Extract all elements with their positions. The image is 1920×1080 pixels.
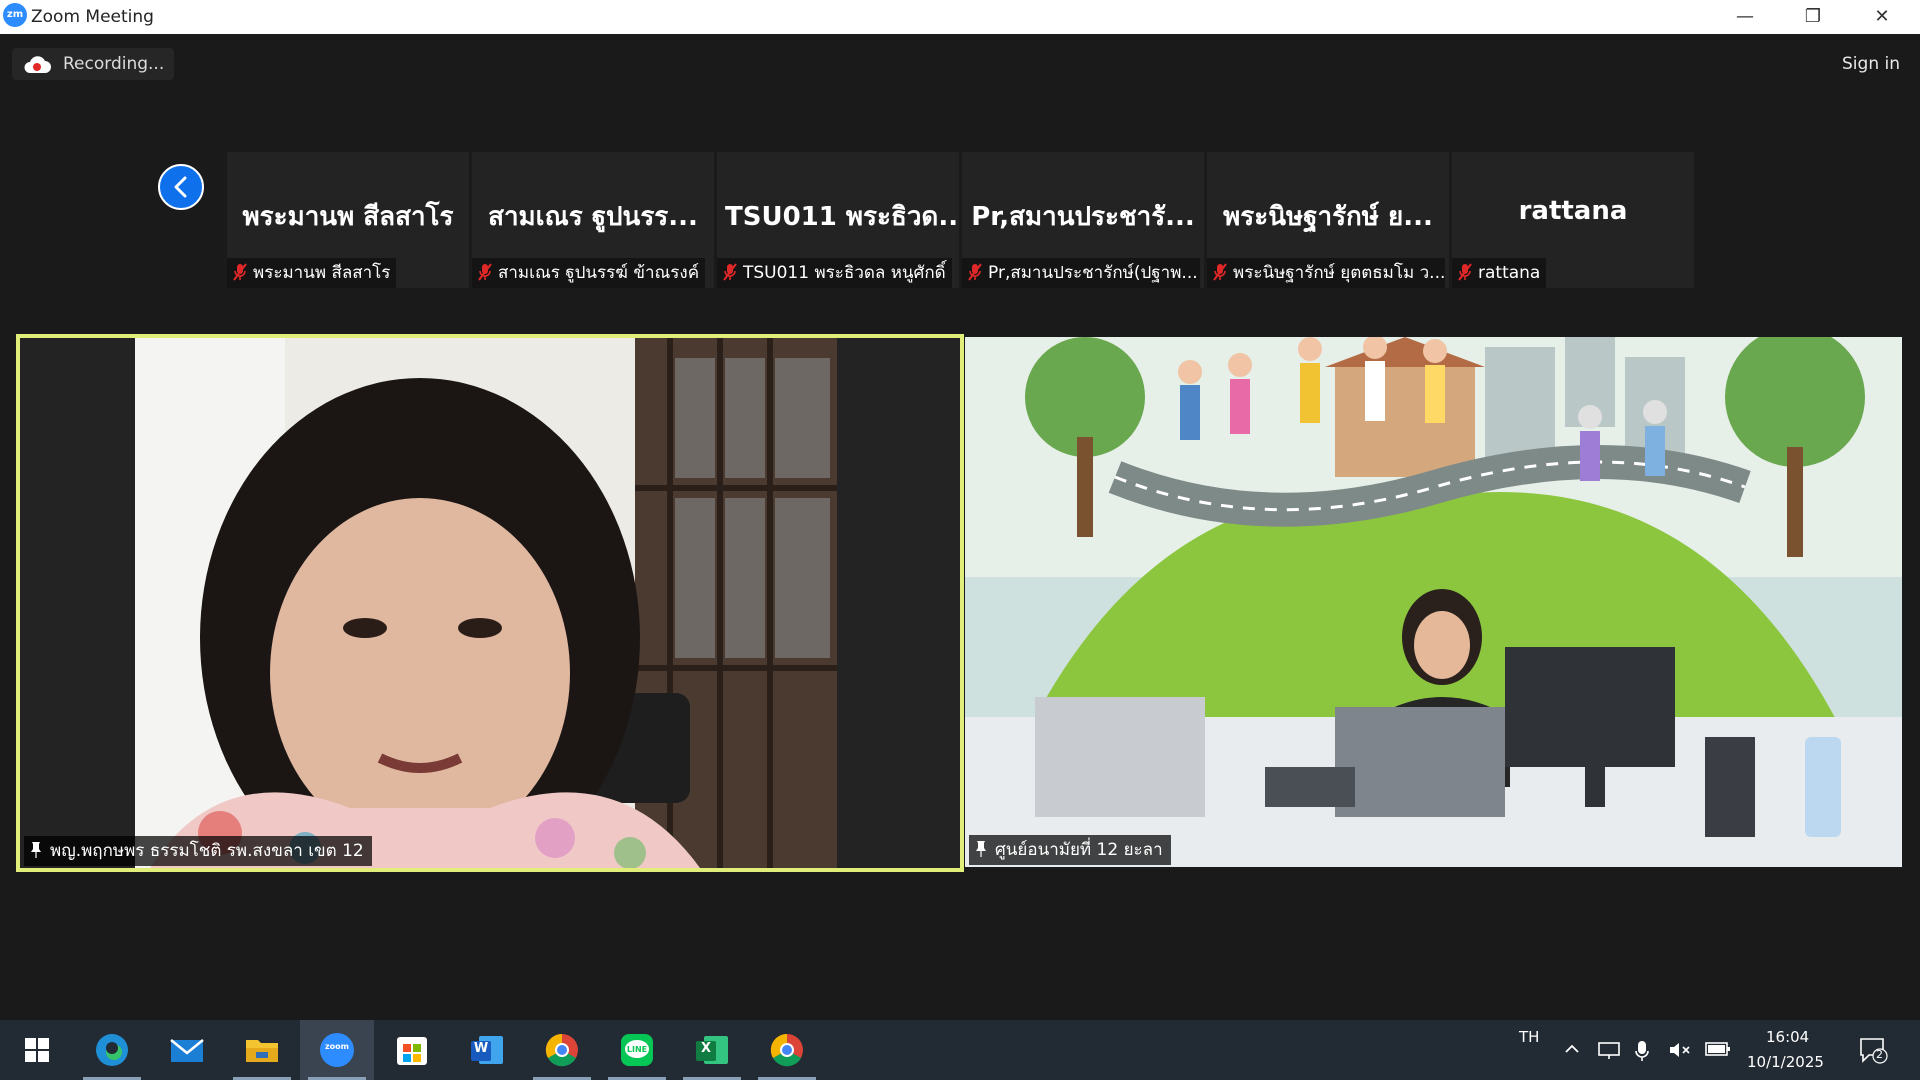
muted-microphone-icon [1458,262,1472,281]
chevron-left-icon [174,176,187,198]
word-icon-label: W [473,1041,489,1056]
participant-name-tag: ศูนย์อนามัยที่ 12 ยะลา [969,835,1171,865]
participant-display-name: TSU011 พระธิวด... [725,202,959,232]
speaker-muted-icon[interactable] [1668,1040,1692,1060]
notification-count-badge: 2 [1876,1048,1883,1061]
battery-icon[interactable] [1705,1040,1731,1058]
participant-video [965,337,1902,867]
participant-name-tag: พญ.พฤกษพร ธรรมโชติ รพ.สงขลา เขต 12 [24,836,372,866]
zoom-logo-icon: zm [3,3,27,27]
participant-display-name: Pr,สมานประชารั... [971,202,1195,232]
edge-icon [96,1034,128,1066]
taskbar-app-word[interactable]: W [450,1020,524,1080]
taskbar-app-file-explorer[interactable] [225,1020,299,1080]
windows-taskbar: zoom W LINE X TH 16:04 10/1/2025 2 [0,1020,1920,1080]
participant-name: พญ.พฤกษพร ธรรมโชติ รพ.สงขลา เขต 12 [50,841,364,861]
cloud-recording-icon [24,56,51,73]
excel-icon-label: X [700,1041,712,1056]
recording-label: Recording... [63,54,165,74]
chevron-up-icon[interactable] [1563,1040,1581,1058]
participant-thumbnail[interactable]: TSU011 พระธิวด... TSU011 พระธิวดล หนูศัก… [717,152,959,288]
video-tile-active-speaker[interactable]: พญ.พฤกษพร ธรรมโชติ รพ.สงขลา เขต 12 [16,334,964,872]
close-button[interactable]: ✕ [1850,0,1914,34]
clock-date[interactable]: 10/1/2025 [1747,1053,1824,1071]
participant-label: Pr,สมานประชารักษ์(ปฐาพ... [988,263,1198,283]
participant-label: TSU011 พระธิวดล หนูศักดิ์ [743,263,946,283]
recording-indicator[interactable]: Recording... [12,48,174,80]
window-title: Zoom Meeting [31,7,154,27]
participant-name-tag: พระมานพ สีลสาโร [227,258,397,288]
participant-label: พระมานพ สีลสาโร [253,263,391,283]
restore-button[interactable]: ❐ [1781,0,1845,34]
taskbar-app-line[interactable]: LINE [600,1020,674,1080]
taskbar-app-chrome[interactable] [525,1020,599,1080]
participant-thumbnail[interactable]: rattana rattana [1452,152,1694,288]
participant-display-name: สามเณร ฐูปนรร... [488,202,698,232]
participant-name-tag: Pr,สมานประชารักษ์(ปฐาพ... [962,258,1200,288]
mail-icon [170,1039,204,1062]
muted-microphone-icon [233,262,247,281]
sign-in-link[interactable]: Sign in [1842,54,1900,74]
network-icon[interactable] [1597,1040,1621,1060]
start-button[interactable] [0,1020,74,1080]
window-title-bar: zm Zoom Meeting — ❐ ✕ [0,0,1920,34]
taskbar-app-chrome[interactable] [750,1020,824,1080]
muted-microphone-icon [723,262,737,281]
previous-page-button[interactable] [158,164,204,210]
participant-video [20,338,960,868]
participant-thumbnail[interactable]: สามเณร ฐูปนรร... สามเณร ฐูปนรรฆ์ ข้าณรงค… [472,152,714,288]
minimize-button[interactable]: — [1713,0,1777,34]
participant-label: พระนิษฐารักษ์ ยุตตธมโม ว... [1233,263,1445,283]
participant-display-name: rattana [1518,196,1628,226]
participant-name-tag: TSU011 พระธิวดล หนูศักดิ์ [717,258,952,288]
taskbar-app-zoom[interactable]: zoom [300,1020,374,1080]
clock-time[interactable]: 16:04 [1766,1028,1809,1046]
taskbar-app-mail[interactable] [150,1020,224,1080]
participant-thumbnail[interactable]: พระมานพ สีลสาโร พระมานพ สีลสาโร [227,152,469,288]
chrome-icon [770,1033,803,1067]
meeting-area: Recording... Sign in พระมานพ สีลสาโร พระ… [0,34,1920,1020]
participant-label: สามเณร ฐูปนรรฆ์ ข้าณรงค์ [498,263,700,283]
muted-microphone-icon [968,262,982,281]
participant-name-tag: พระนิษฐารักษ์ ยุตตธมโม ว... [1207,258,1445,288]
input-language-indicator[interactable]: TH [1519,1028,1539,1046]
participant-thumbnail[interactable]: พระนิษฐารักษ์ ย... พระนิษฐารักษ์ ยุตตธมโ… [1207,152,1449,288]
participant-name-tag: สามเณร ฐูปนรรฆ์ ข้าณรงค์ [472,258,706,288]
chrome-icon [545,1033,578,1067]
store-icon [397,1037,427,1065]
muted-microphone-icon [478,262,492,281]
video-tile[interactable]: ศูนย์อนามัยที่ 12 ยะลา [965,337,1902,867]
taskbar-app-excel[interactable]: X [675,1020,749,1080]
taskbar-app-microsoft-store[interactable] [375,1020,449,1080]
pin-icon [976,840,986,857]
participant-name: ศูนย์อนามัยที่ 12 ยะลา [995,840,1163,860]
pin-icon [31,841,41,858]
participant-thumbnail[interactable]: Pr,สมานประชารั... Pr,สมานประชารักษ์(ปฐาพ… [962,152,1204,288]
microphone-icon[interactable] [1635,1040,1649,1062]
windows-logo-icon [25,1038,49,1062]
folder-icon [246,1040,278,1062]
participant-display-name: พระนิษฐารักษ์ ย... [1223,202,1433,232]
notification-center-icon[interactable] [1858,1036,1888,1064]
muted-microphone-icon [1213,262,1227,281]
zoom-app-label: zoom [325,1042,349,1051]
participant-display-name: พระมานพ สีลสาโร [242,202,454,232]
participant-name-tag: rattana [1452,258,1547,288]
taskbar-app-edge[interactable] [75,1020,149,1080]
participant-label: rattana [1478,263,1541,283]
line-app-label: LINE [626,1045,648,1054]
